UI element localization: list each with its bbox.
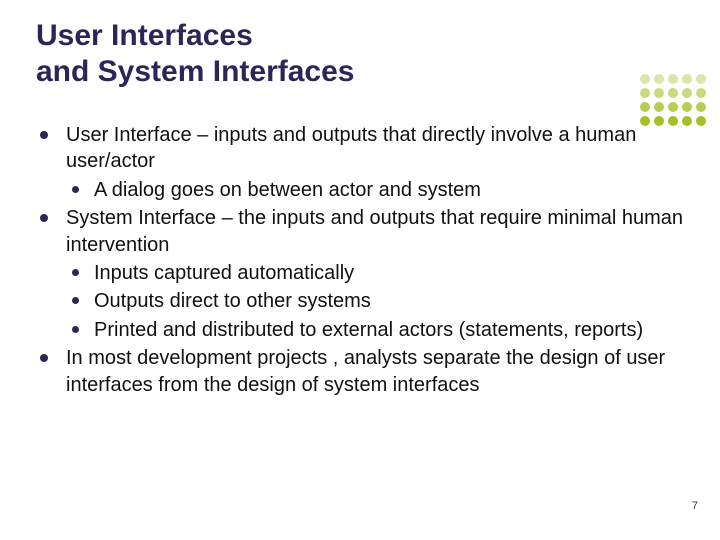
sub-bullet-item: Printed and distributed to external acto… bbox=[66, 317, 690, 343]
slide-body: User Interface – inputs and outputs that… bbox=[36, 122, 690, 398]
decor-dot bbox=[668, 74, 678, 84]
decor-dot bbox=[682, 102, 692, 112]
decor-dot bbox=[668, 102, 678, 112]
decor-dot bbox=[654, 102, 664, 112]
corner-dot-grid bbox=[640, 74, 706, 126]
decor-dot bbox=[668, 88, 678, 98]
bullet-text: User Interface – inputs and outputs that… bbox=[66, 124, 636, 172]
decor-dot bbox=[696, 74, 706, 84]
bullet-item: User Interface – inputs and outputs that… bbox=[36, 122, 690, 203]
decor-dot bbox=[696, 102, 706, 112]
bullet-text: System Interface – the inputs and output… bbox=[66, 207, 683, 255]
decor-dot bbox=[654, 88, 664, 98]
sub-bullet-text: A dialog goes on between actor and syste… bbox=[94, 179, 481, 201]
sub-bullet-text: Inputs captured automatically bbox=[94, 262, 354, 284]
bullet-text: In most development projects , analysts … bbox=[66, 347, 665, 395]
decor-dot bbox=[654, 74, 664, 84]
sub-bullet-text: Outputs direct to other systems bbox=[94, 290, 371, 312]
title-line-1: User Interfaces bbox=[36, 19, 253, 52]
sub-bullet-item: Outputs direct to other systems bbox=[66, 288, 690, 314]
title-line-2: and System Interfaces bbox=[36, 55, 354, 88]
decor-dot bbox=[640, 74, 650, 84]
decor-dot bbox=[696, 116, 706, 126]
page-number: 7 bbox=[692, 500, 698, 512]
sub-bullet-item: Inputs captured automatically bbox=[66, 260, 690, 286]
bullet-item: In most development projects , analysts … bbox=[36, 345, 690, 398]
sub-bullet-item: A dialog goes on between actor and syste… bbox=[66, 177, 690, 203]
slide-title: User Interfaces and System Interfaces bbox=[36, 18, 690, 90]
decor-dot bbox=[682, 88, 692, 98]
decor-dot bbox=[640, 102, 650, 112]
bullet-item: System Interface – the inputs and output… bbox=[36, 205, 690, 343]
decor-dot bbox=[640, 88, 650, 98]
slide: User Interfaces and System Interfaces Us… bbox=[0, 0, 720, 540]
decor-dot bbox=[696, 88, 706, 98]
decor-dot bbox=[682, 74, 692, 84]
sub-bullet-text: Printed and distributed to external acto… bbox=[94, 319, 643, 341]
